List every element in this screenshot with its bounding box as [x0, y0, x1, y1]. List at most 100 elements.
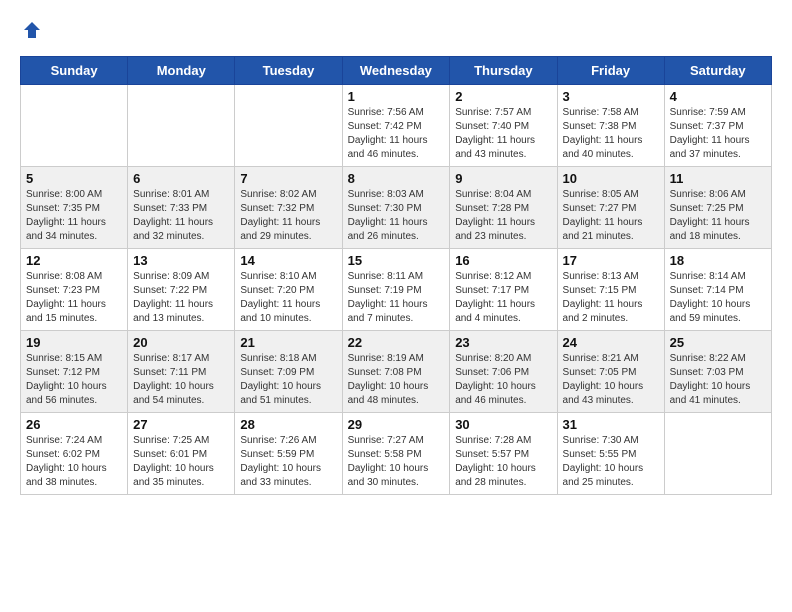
calendar-cell: 20Sunrise: 8:17 AMSunset: 7:11 PMDayligh… — [128, 331, 235, 413]
weekday-header-thursday: Thursday — [450, 57, 557, 85]
calendar-week-row: 1 Sunrise: 7:56 AMSunset: 7:42 PMDaylight… — [21, 85, 772, 167]
day-number: 24 — [563, 335, 659, 350]
day-info: Sunrise: 8:08 AMSunset: 7:23 PMDaylight:… — [26, 270, 122, 326]
day-info: Sunrise: 8:05 AMSunset: 7:27 PMDaylight:… — [563, 188, 659, 244]
calendar-cell: 21 Sunrise: 8:18 AMSunset: 7:09 PMDayligh… — [235, 331, 342, 413]
day-info: Sunrise: 8:11 AMSunset: 7:19 PMDaylight:… — [348, 270, 445, 326]
day-number: 18 — [670, 253, 766, 268]
calendar-week-row: 12Sunrise: 8:08 AMSunset: 7:23 PMDayligh… — [21, 249, 772, 331]
day-number: 21 — [240, 335, 336, 350]
calendar-cell: 29Sunrise: 7:27 AMSunset: 5:58 PMDayligh… — [342, 413, 450, 495]
weekday-header-row: SundayMondayTuesdayWednesdayThursdayFrid… — [21, 57, 772, 85]
calendar-cell: 17 Sunrise: 8:13 AMSunset: 7:15 PMDayligh… — [557, 249, 664, 331]
calendar-cell: 5 Sunrise: 8:00 AMSunset: 7:35 PMDaylight… — [21, 167, 128, 249]
calendar-cell: 19 Sunrise: 8:15 AMSunset: 7:12 PMDayligh… — [21, 331, 128, 413]
day-number: 17 — [563, 253, 659, 268]
day-number: 10 — [563, 171, 659, 186]
day-info: Sunrise: 7:30 AMSunset: 5:55 PMDaylight:… — [563, 434, 659, 490]
day-info: Sunrise: 7:59 AMSunset: 7:37 PMDaylight:… — [670, 106, 766, 162]
day-number: 25 — [670, 335, 766, 350]
calendar-cell: 8Sunrise: 8:03 AMSunset: 7:30 PMDaylight… — [342, 167, 450, 249]
calendar-cell: 16 Sunrise: 8:12 AMSunset: 7:17 PMDayligh… — [450, 249, 557, 331]
day-number: 30 — [455, 417, 551, 432]
day-info: Sunrise: 7:58 AMSunset: 7:38 PMDaylight:… — [563, 106, 659, 162]
day-number: 26 — [26, 417, 122, 432]
calendar-cell: 15 Sunrise: 8:11 AMSunset: 7:19 PMDayligh… — [342, 249, 450, 331]
day-info: Sunrise: 8:00 AMSunset: 7:35 PMDaylight:… — [26, 188, 122, 244]
calendar-cell: 28 Sunrise: 7:26 AMSunset: 5:59 PMDayligh… — [235, 413, 342, 495]
calendar-table: SundayMondayTuesdayWednesdayThursdayFrid… — [20, 56, 772, 495]
day-number: 27 — [133, 417, 229, 432]
weekday-header-tuesday: Tuesday — [235, 57, 342, 85]
calendar-cell: 12Sunrise: 8:08 AMSunset: 7:23 PMDayligh… — [21, 249, 128, 331]
calendar-cell: 24 Sunrise: 8:21 AMSunset: 7:05 PMDayligh… — [557, 331, 664, 413]
day-number: 13 — [133, 253, 229, 268]
day-info: Sunrise: 7:25 AMSunset: 6:01 PMDaylight:… — [133, 434, 229, 490]
day-info: Sunrise: 8:15 AMSunset: 7:12 PMDaylight:… — [26, 352, 122, 408]
day-info: Sunrise: 8:13 AMSunset: 7:15 PMDaylight:… — [563, 270, 659, 326]
day-info: Sunrise: 8:17 AMSunset: 7:11 PMDaylight:… — [133, 352, 229, 408]
day-number: 28 — [240, 417, 336, 432]
calendar-cell: 3Sunrise: 7:58 AMSunset: 7:38 PMDaylight… — [557, 85, 664, 167]
day-info: Sunrise: 8:12 AMSunset: 7:17 PMDaylight:… — [455, 270, 551, 326]
day-number: 19 — [26, 335, 122, 350]
calendar-cell: 2Sunrise: 7:57 AMSunset: 7:40 PMDaylight… — [450, 85, 557, 167]
day-info: Sunrise: 8:22 AMSunset: 7:03 PMDaylight:… — [670, 352, 766, 408]
day-info: Sunrise: 8:21 AMSunset: 7:05 PMDaylight:… — [563, 352, 659, 408]
calendar-cell: 14Sunrise: 8:10 AMSunset: 7:20 PMDayligh… — [235, 249, 342, 331]
day-number: 7 — [240, 171, 336, 186]
calendar-cell: 10 Sunrise: 8:05 AMSunset: 7:27 PMDayligh… — [557, 167, 664, 249]
day-number: 15 — [348, 253, 445, 268]
day-number: 4 — [670, 89, 766, 104]
day-info: Sunrise: 8:19 AMSunset: 7:08 PMDaylight:… — [348, 352, 445, 408]
calendar-cell: 22 Sunrise: 8:19 AMSunset: 7:08 PMDayligh… — [342, 331, 450, 413]
day-info: Sunrise: 8:03 AMSunset: 7:30 PMDaylight:… — [348, 188, 445, 244]
calendar-cell: 6Sunrise: 8:01 AMSunset: 7:33 PMDaylight… — [128, 167, 235, 249]
calendar-cell: 9 Sunrise: 8:04 AMSunset: 7:28 PMDaylight… — [450, 167, 557, 249]
calendar-cell: 30 Sunrise: 7:28 AMSunset: 5:57 PMDayligh… — [450, 413, 557, 495]
day-info: Sunrise: 7:26 AMSunset: 5:59 PMDaylight:… — [240, 434, 336, 490]
weekday-header-monday: Monday — [128, 57, 235, 85]
calendar-cell — [128, 85, 235, 167]
calendar-cell — [21, 85, 128, 167]
day-number: 1 — [348, 89, 445, 104]
day-info: Sunrise: 7:27 AMSunset: 5:58 PMDaylight:… — [348, 434, 445, 490]
day-info: Sunrise: 7:28 AMSunset: 5:57 PMDaylight:… — [455, 434, 551, 490]
calendar-cell: 25 Sunrise: 8:22 AMSunset: 7:03 PMDayligh… — [664, 331, 771, 413]
calendar-week-row: 19 Sunrise: 8:15 AMSunset: 7:12 PMDayligh… — [21, 331, 772, 413]
logo-icon — [22, 20, 42, 40]
day-info: Sunrise: 8:10 AMSunset: 7:20 PMDaylight:… — [240, 270, 336, 326]
calendar-cell: 26 Sunrise: 7:24 AMSunset: 6:02 PMDayligh… — [21, 413, 128, 495]
day-info: Sunrise: 8:18 AMSunset: 7:09 PMDaylight:… — [240, 352, 336, 408]
calendar-cell: 7 Sunrise: 8:02 AMSunset: 7:32 PMDaylight… — [235, 167, 342, 249]
day-number: 31 — [563, 417, 659, 432]
calendar-cell: 1 Sunrise: 7:56 AMSunset: 7:42 PMDaylight… — [342, 85, 450, 167]
day-number: 11 — [670, 171, 766, 186]
calendar-cell: 31 Sunrise: 7:30 AMSunset: 5:55 PMDayligh… — [557, 413, 664, 495]
day-info: Sunrise: 8:20 AMSunset: 7:06 PMDaylight:… — [455, 352, 551, 408]
day-info: Sunrise: 8:09 AMSunset: 7:22 PMDaylight:… — [133, 270, 229, 326]
calendar-cell: 23Sunrise: 8:20 AMSunset: 7:06 PMDayligh… — [450, 331, 557, 413]
day-info: Sunrise: 8:14 AMSunset: 7:14 PMDaylight:… — [670, 270, 766, 326]
day-info: Sunrise: 7:24 AMSunset: 6:02 PMDaylight:… — [26, 434, 122, 490]
weekday-header-friday: Friday — [557, 57, 664, 85]
calendar-week-row: 26 Sunrise: 7:24 AMSunset: 6:02 PMDayligh… — [21, 413, 772, 495]
page-header — [20, 20, 772, 40]
logo — [20, 20, 42, 40]
day-number: 5 — [26, 171, 122, 186]
calendar-cell: 13 Sunrise: 8:09 AMSunset: 7:22 PMDayligh… — [128, 249, 235, 331]
weekday-header-sunday: Sunday — [21, 57, 128, 85]
day-info: Sunrise: 7:56 AMSunset: 7:42 PMDaylight:… — [348, 106, 445, 162]
calendar-cell — [664, 413, 771, 495]
day-info: Sunrise: 8:01 AMSunset: 7:33 PMDaylight:… — [133, 188, 229, 244]
day-number: 16 — [455, 253, 551, 268]
day-info: Sunrise: 8:04 AMSunset: 7:28 PMDaylight:… — [455, 188, 551, 244]
weekday-header-wednesday: Wednesday — [342, 57, 450, 85]
day-number: 22 — [348, 335, 445, 350]
day-info: Sunrise: 8:06 AMSunset: 7:25 PMDaylight:… — [670, 188, 766, 244]
day-info: Sunrise: 8:02 AMSunset: 7:32 PMDaylight:… — [240, 188, 336, 244]
calendar-cell: 27 Sunrise: 7:25 AMSunset: 6:01 PMDayligh… — [128, 413, 235, 495]
day-number: 9 — [455, 171, 551, 186]
calendar-cell: 4 Sunrise: 7:59 AMSunset: 7:37 PMDaylight… — [664, 85, 771, 167]
day-number: 2 — [455, 89, 551, 104]
